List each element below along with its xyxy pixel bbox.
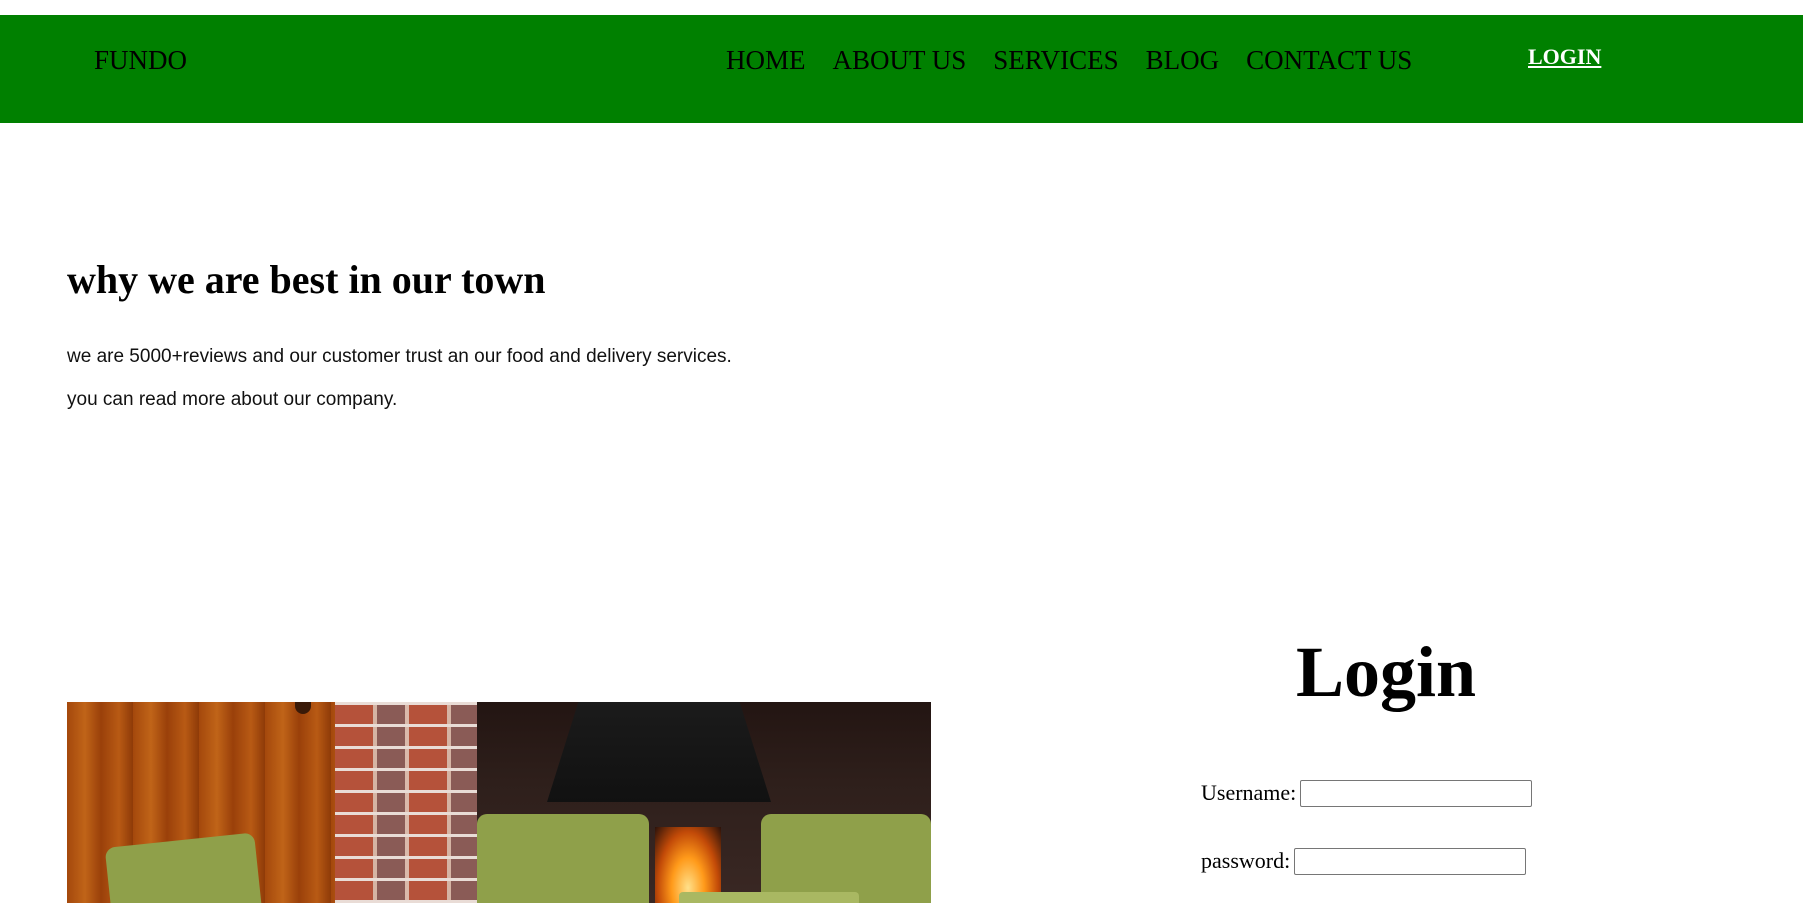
table-edge: [679, 892, 859, 903]
password-label: password:: [1201, 848, 1291, 873]
username-row: Username:: [1201, 778, 1533, 808]
username-label: Username:: [1201, 780, 1297, 805]
nav-link-home[interactable]: HOME: [726, 41, 806, 79]
password-input[interactable]: [1294, 847, 1527, 875]
nav-link-about-us[interactable]: ABOUT US: [833, 41, 967, 79]
nav-links: HOME ABOUT US SERVICES BLOG CONTACT US: [726, 41, 1412, 79]
brand-logo[interactable]: FUNDO: [94, 41, 187, 79]
green-chair: [761, 814, 931, 903]
green-chair: [477, 814, 649, 903]
login-title: Login: [1296, 632, 1477, 712]
about-paragraph-read-more: you can read more about our company.: [67, 389, 398, 410]
nav-link-blog[interactable]: BLOG: [1146, 41, 1220, 79]
about-heading: why we are best in our town: [67, 257, 546, 302]
nav-login-link[interactable]: LOGIN: [1528, 41, 1601, 73]
restaurant-interior-image: [67, 702, 931, 903]
username-input[interactable]: [1300, 779, 1533, 807]
password-row: password:: [1201, 846, 1527, 876]
nav-link-contact-us[interactable]: CONTACT US: [1246, 41, 1412, 79]
brick-wall: [335, 702, 477, 903]
navbar: FUNDO HOME ABOUT US SERVICES BLOG CONTAC…: [0, 15, 1803, 123]
fireplace-hood: [547, 702, 771, 802]
about-paragraph-reviews: we are 5000+reviews and our customer tru…: [67, 346, 732, 367]
nav-link-services[interactable]: SERVICES: [993, 41, 1118, 79]
